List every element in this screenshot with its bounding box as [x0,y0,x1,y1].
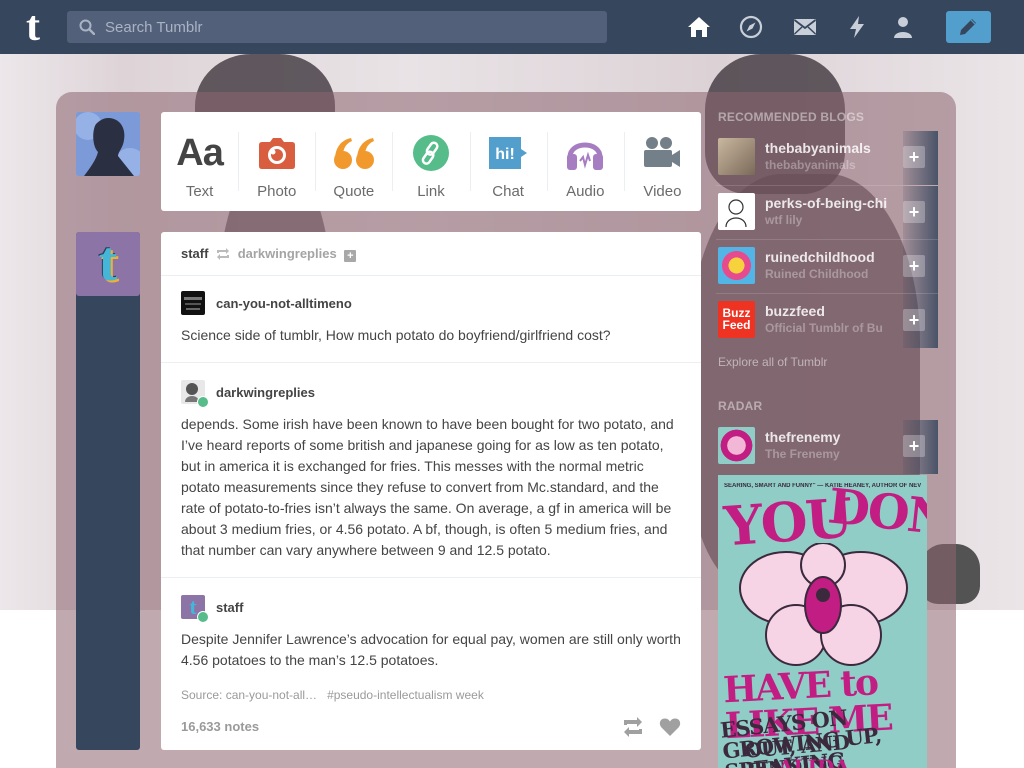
home-icon[interactable] [687,15,711,39]
post-tag[interactable]: #pseudo-intellectualism week [327,688,484,702]
post-type-text[interactable]: Aa Text [161,112,238,211]
user-avatar[interactable] [76,112,140,176]
reblog-icon [217,248,230,260]
post-source: Source: can-you-not-all… #pseudo-intellec… [181,688,484,702]
reblogged-from-link[interactable]: darkwingreplies [238,246,337,261]
follow-plus-icon[interactable]: + [903,255,925,277]
radar-heading: RADAR [718,399,763,413]
radar-blog-list: thefrenemy The Frenemy + [716,420,938,474]
blog-name[interactable]: perks-of-being-chi [765,195,901,211]
reblog-text: Science side of tumblr, How much potato … [181,327,611,343]
blog-title: thebabyanimals [765,158,856,172]
inbox-icon[interactable] [793,15,817,39]
user-silhouette-icon [76,112,140,176]
reblog-entry: t staff Despite Jennifer Lawrence’s advo… [161,578,701,687]
reblog-author-link[interactable]: staff [216,600,243,615]
post-type-audio[interactable]: Audio [546,112,624,211]
compose-button[interactable] [946,11,991,43]
pencil-icon [960,19,976,35]
blog-avatar[interactable] [181,291,205,315]
radar-blog-item[interactable]: thefrenemy The Frenemy + [716,420,938,474]
reblog-text: Despite Jennifer Lawrence’s advocation f… [181,631,681,668]
post-type-label: Quote [333,183,375,200]
blog-avatar[interactable]: Buzz Feed [718,301,755,338]
post-type-label: Chat [492,183,524,200]
post-header: staff darkwingreplies + [161,232,701,276]
reblog-author-link[interactable]: darkwingreplies [216,385,315,400]
post-footer: 16,633 notes [181,717,681,738]
blog-avatar[interactable] [181,380,209,408]
blog-avatar[interactable] [718,138,755,175]
reblog-badge-icon [197,611,209,623]
post-type-label: Link [417,183,445,200]
post-author-link[interactable]: staff [181,246,208,261]
video-icon [644,137,681,167]
audio-icon [567,142,604,170]
recommended-blogs-list: thebabyanimals thebabyanimals + perks-of… [716,131,938,348]
recommended-blog-item[interactable]: perks-of-being-chi wtf lily + [716,185,938,240]
activity-icon[interactable] [845,15,869,39]
reblog-button-icon[interactable] [622,717,644,737]
tumblr-logo-icon[interactable]: t [17,6,49,48]
recommended-blog-item[interactable]: thebabyanimals thebabyanimals + [716,131,938,185]
post-type-label: Video [643,183,682,200]
blog-name[interactable]: ruinedchildhood [765,249,901,265]
radar-post-image[interactable]: SEARING, SMART AND FUNNY" — KATIE HEANEY… [718,475,927,768]
blog-title: Official Tumblr of Bu [765,321,883,335]
post-type-quote[interactable]: Quote [315,112,392,211]
reblog-author-link[interactable]: can-you-not-alltimeno [216,296,352,311]
account-icon[interactable] [891,15,915,39]
post-type-chat[interactable]: hi! Chat [469,112,547,211]
notes-count[interactable]: 16,633 notes [181,719,259,734]
text-icon: Aa [176,131,224,174]
like-heart-icon[interactable] [659,717,681,737]
follow-plus-icon[interactable]: + [344,250,357,262]
follow-plus-icon[interactable]: + [903,435,925,457]
reblog-entry: can-you-not-alltimeno Science side of tu… [161,276,701,363]
blog-name[interactable]: thefrenemy [765,429,901,445]
follow-plus-icon[interactable]: + [903,201,925,223]
recommended-blog-item[interactable]: ruinedchildhood Ruined Childhood + [716,239,938,294]
reblog-text: depends. Some irish have been known to h… [181,416,674,558]
blog-title: The Frenemy [765,447,840,461]
blog-avatar[interactable] [718,193,755,230]
blog-avatar[interactable]: t [181,595,209,623]
post-type-photo[interactable]: Photo [238,112,315,211]
post-type-bar: Aa Text Photo Quote Link hi! Chat Audio … [161,112,701,211]
post-type-label: Photo [257,183,297,200]
recommended-blog-item[interactable]: Buzz Feed buzzfeed Official Tumblr of Bu … [716,293,938,348]
orchid-illustration-icon [739,543,908,666]
chat-icon: hi! [489,137,528,169]
top-navigation-bar: t [0,0,1024,54]
explore-icon[interactable] [739,15,763,39]
post-type-label: Audio [566,183,605,200]
blog-avatar[interactable] [718,247,755,284]
reblog-avatar-column: t [76,232,140,750]
search-box[interactable] [67,11,607,43]
staff-avatar[interactable]: t [76,232,140,296]
reblog-entry: darkwingreplies depends. Some irish have… [161,363,701,578]
blog-name[interactable]: thebabyanimals [765,140,901,156]
explore-link[interactable]: Explore all of Tumblr [718,355,827,369]
post-type-video[interactable]: Video [623,112,701,211]
radar-art-author: ALIDA NUGENT [778,755,850,768]
blog-name[interactable]: buzzfeed [765,303,901,319]
follow-plus-icon[interactable]: + [903,309,925,331]
source-link[interactable]: Source: can-you-not-all… [181,688,317,702]
link-icon [412,135,449,171]
search-input[interactable] [105,11,595,43]
post-type-link[interactable]: Link [392,112,469,211]
dashboard-post: staff darkwingreplies + can-you-not-allt… [161,232,701,750]
blog-title: Ruined Childhood [765,267,869,281]
follow-plus-icon[interactable]: + [903,146,925,168]
blog-avatar[interactable] [718,427,755,464]
recommended-blogs-heading: RECOMMENDED BLOGS [718,110,865,124]
svg-text:hi!: hi! [495,146,515,163]
post-type-label: Text [185,183,214,200]
quote-icon [333,138,374,169]
blog-title: wtf lily [765,213,803,227]
reblog-badge-icon [197,396,209,408]
photo-icon [258,138,295,169]
search-icon [79,19,95,35]
